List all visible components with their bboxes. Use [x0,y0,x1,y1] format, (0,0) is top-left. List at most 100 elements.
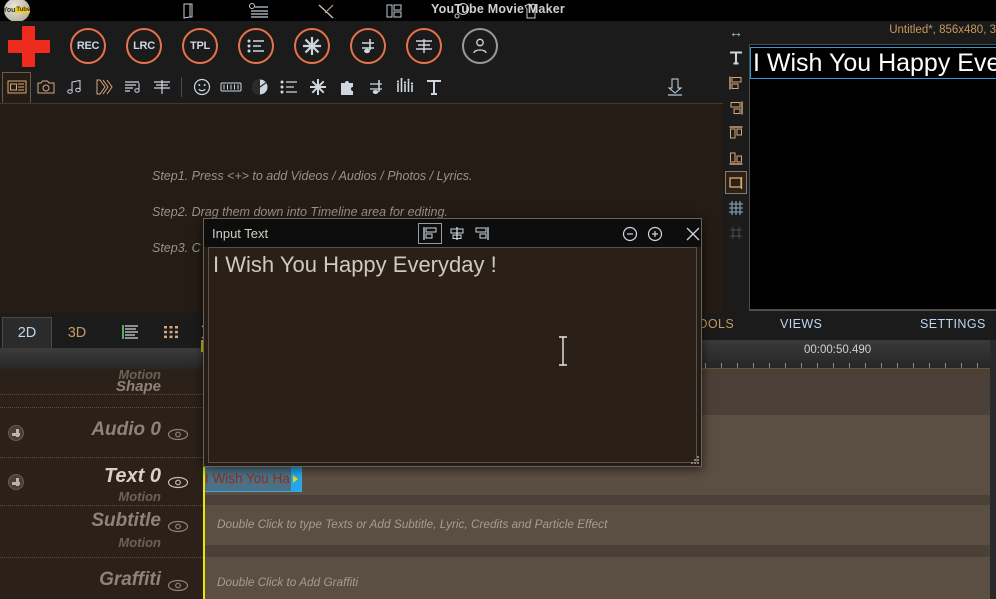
emoji-icon[interactable] [187,72,216,103]
tab-settings[interactable]: SETTINGS [920,317,986,331]
add-track-button[interactable] [8,474,24,490]
puzzle-icon[interactable] [332,72,361,103]
track-label: Text 0 [103,465,161,487]
preview-text-overlay[interactable]: I Wish You Happy Every [750,47,996,79]
align-center-icon[interactable] [445,223,469,244]
text-clip[interactable]: I Wish You Ha [203,465,302,492]
align-bottom-icon[interactable] [725,146,747,169]
dialog-text-value: I Wish You Happy Everyday ! [213,252,497,277]
transition-icon[interactable] [89,72,118,103]
tpl-button[interactable]: TPL [182,28,218,64]
main-menu [180,0,542,21]
layout-icon[interactable] [384,2,406,20]
video-tab-icon[interactable] [2,71,31,103]
track-visibility-toggle[interactable] [167,579,189,593]
particle-button[interactable] [294,28,330,64]
dialog-text-area[interactable]: I Wish You Happy Everyday ! [208,247,697,463]
book-icon[interactable] [180,2,202,20]
add-track-button[interactable] [8,425,24,441]
preview-panel: ↔ Untitled*, 856x480, 3 I Wish You Happy… [723,21,996,334]
align-top-icon[interactable] [725,121,747,144]
subtitle-list-button[interactable] [238,28,274,64]
rec-button[interactable]: REC [70,28,106,64]
tab-2d[interactable]: 2D [2,317,52,348]
timeline-vertical-scrollbar[interactable] [990,340,996,599]
track-shape[interactable]: Shape [0,378,203,408]
track-visibility-toggle[interactable] [167,428,189,442]
input-text-dialog[interactable]: Input Text I Wish You Happy Everyday ! [203,218,702,467]
resize-horizontal-icon[interactable]: ↔ [729,24,743,40]
clip-trim-handle[interactable] [291,466,301,491]
select-box-icon[interactable] [724,171,747,194]
lane-hint: Double Click to type Texts or Add Subtit… [217,517,608,531]
text-align-button[interactable] [406,28,442,64]
list-lines-icon[interactable] [248,2,270,20]
particle-star-icon[interactable] [303,72,332,103]
lane-subtitle[interactable]: Double Click to type Texts or Add Subtit… [203,505,996,545]
track-visibility-toggle[interactable] [167,520,189,534]
dialog-resize-grip[interactable] [690,455,700,465]
text-tool-icon[interactable] [419,72,448,103]
track-sublabel: Motion [118,489,161,504]
filmstrip-icon[interactable] [216,72,245,103]
secondary-toolbar [0,71,723,104]
text-tool-icon[interactable] [725,46,747,69]
preview-header: ↔ Untitled*, 856x480, 3 [723,21,996,44]
grid-icon[interactable] [725,196,747,219]
tab-3d[interactable]: 3D [52,317,102,348]
download-icon[interactable] [661,73,689,101]
track-label: Graffiti [99,569,161,590]
primary-toolbar: REC LRC TPL [0,21,723,71]
lane-text[interactable]: I Wish You Ha [203,465,996,495]
add-media-button[interactable] [8,26,50,67]
account-button[interactable] [462,28,498,64]
step-1: Step1. Press <+> to add Videos / Audios … [152,169,473,183]
clip-label: I Wish You Ha [205,471,290,486]
track-graffiti[interactable]: Graffiti [0,558,203,599]
text-cursor-icon [557,336,569,366]
equalizer-icon[interactable] [390,72,419,103]
grid-faint-icon[interactable] [725,221,747,244]
bullet-list-icon[interactable] [274,72,303,103]
music-note-button[interactable] [350,28,386,64]
dialog-title: Input Text [212,225,269,241]
zoom-in-icon[interactable] [644,223,666,244]
track-header-column: Motion Shape Audio 0 Text 0 Motion Subti… [0,348,203,599]
preview-text-value: I Wish You Happy Every [753,49,996,77]
shirt-icon[interactable] [520,2,542,20]
track-lines-icon[interactable] [118,321,144,343]
contrast-circle-icon[interactable] [245,72,274,103]
preview-canvas[interactable]: I Wish You Happy Every [749,44,996,310]
audio-note-icon[interactable] [60,72,89,103]
dialog-title-bar[interactable]: Input Text [204,219,701,247]
track-text-0[interactable]: Text 0 Motion [0,458,203,506]
lane-subtitle-motion[interactable] [203,545,996,557]
track-label: Audio 0 [91,419,161,440]
lane-hint: Double Click to Add Graffiti [217,575,359,589]
track-subtitle[interactable]: Subtitle Motion [0,506,203,558]
lane-graffiti[interactable]: Double Click to Add Graffiti [203,557,996,599]
scissors-icon[interactable] [316,2,338,20]
lrc-button[interactable]: LRC [126,28,162,64]
align-right-icon[interactable] [470,223,494,244]
align-right-icon[interactable] [725,96,747,119]
align-left-icon[interactable] [418,223,442,244]
photo-camera-icon[interactable] [31,72,60,103]
music-sharp-icon[interactable] [361,72,390,103]
timeline-timecode: 00:00:50.490 [804,344,872,356]
grid-dots-icon[interactable] [158,321,184,343]
app-title-bar: You Tube YouTube Movie Maker [0,0,996,22]
tab-views[interactable]: VIEWS [780,317,822,331]
track-visibility-toggle[interactable] [167,476,189,490]
balloon-icon[interactable] [452,2,474,20]
lyric-icon[interactable] [118,72,147,103]
right-tab-bar: TOOLS VIEWS SETTINGS [690,313,996,340]
align-left-icon[interactable] [725,71,747,94]
credits-icon[interactable] [147,72,176,103]
lane-text-motion[interactable] [203,495,996,505]
zoom-out-icon[interactable] [619,223,641,244]
track-audio-0[interactable]: Audio 0 [0,408,203,458]
close-icon[interactable] [682,223,704,244]
toolbar-divider [181,77,182,97]
preview-side-toolbar [723,44,748,290]
